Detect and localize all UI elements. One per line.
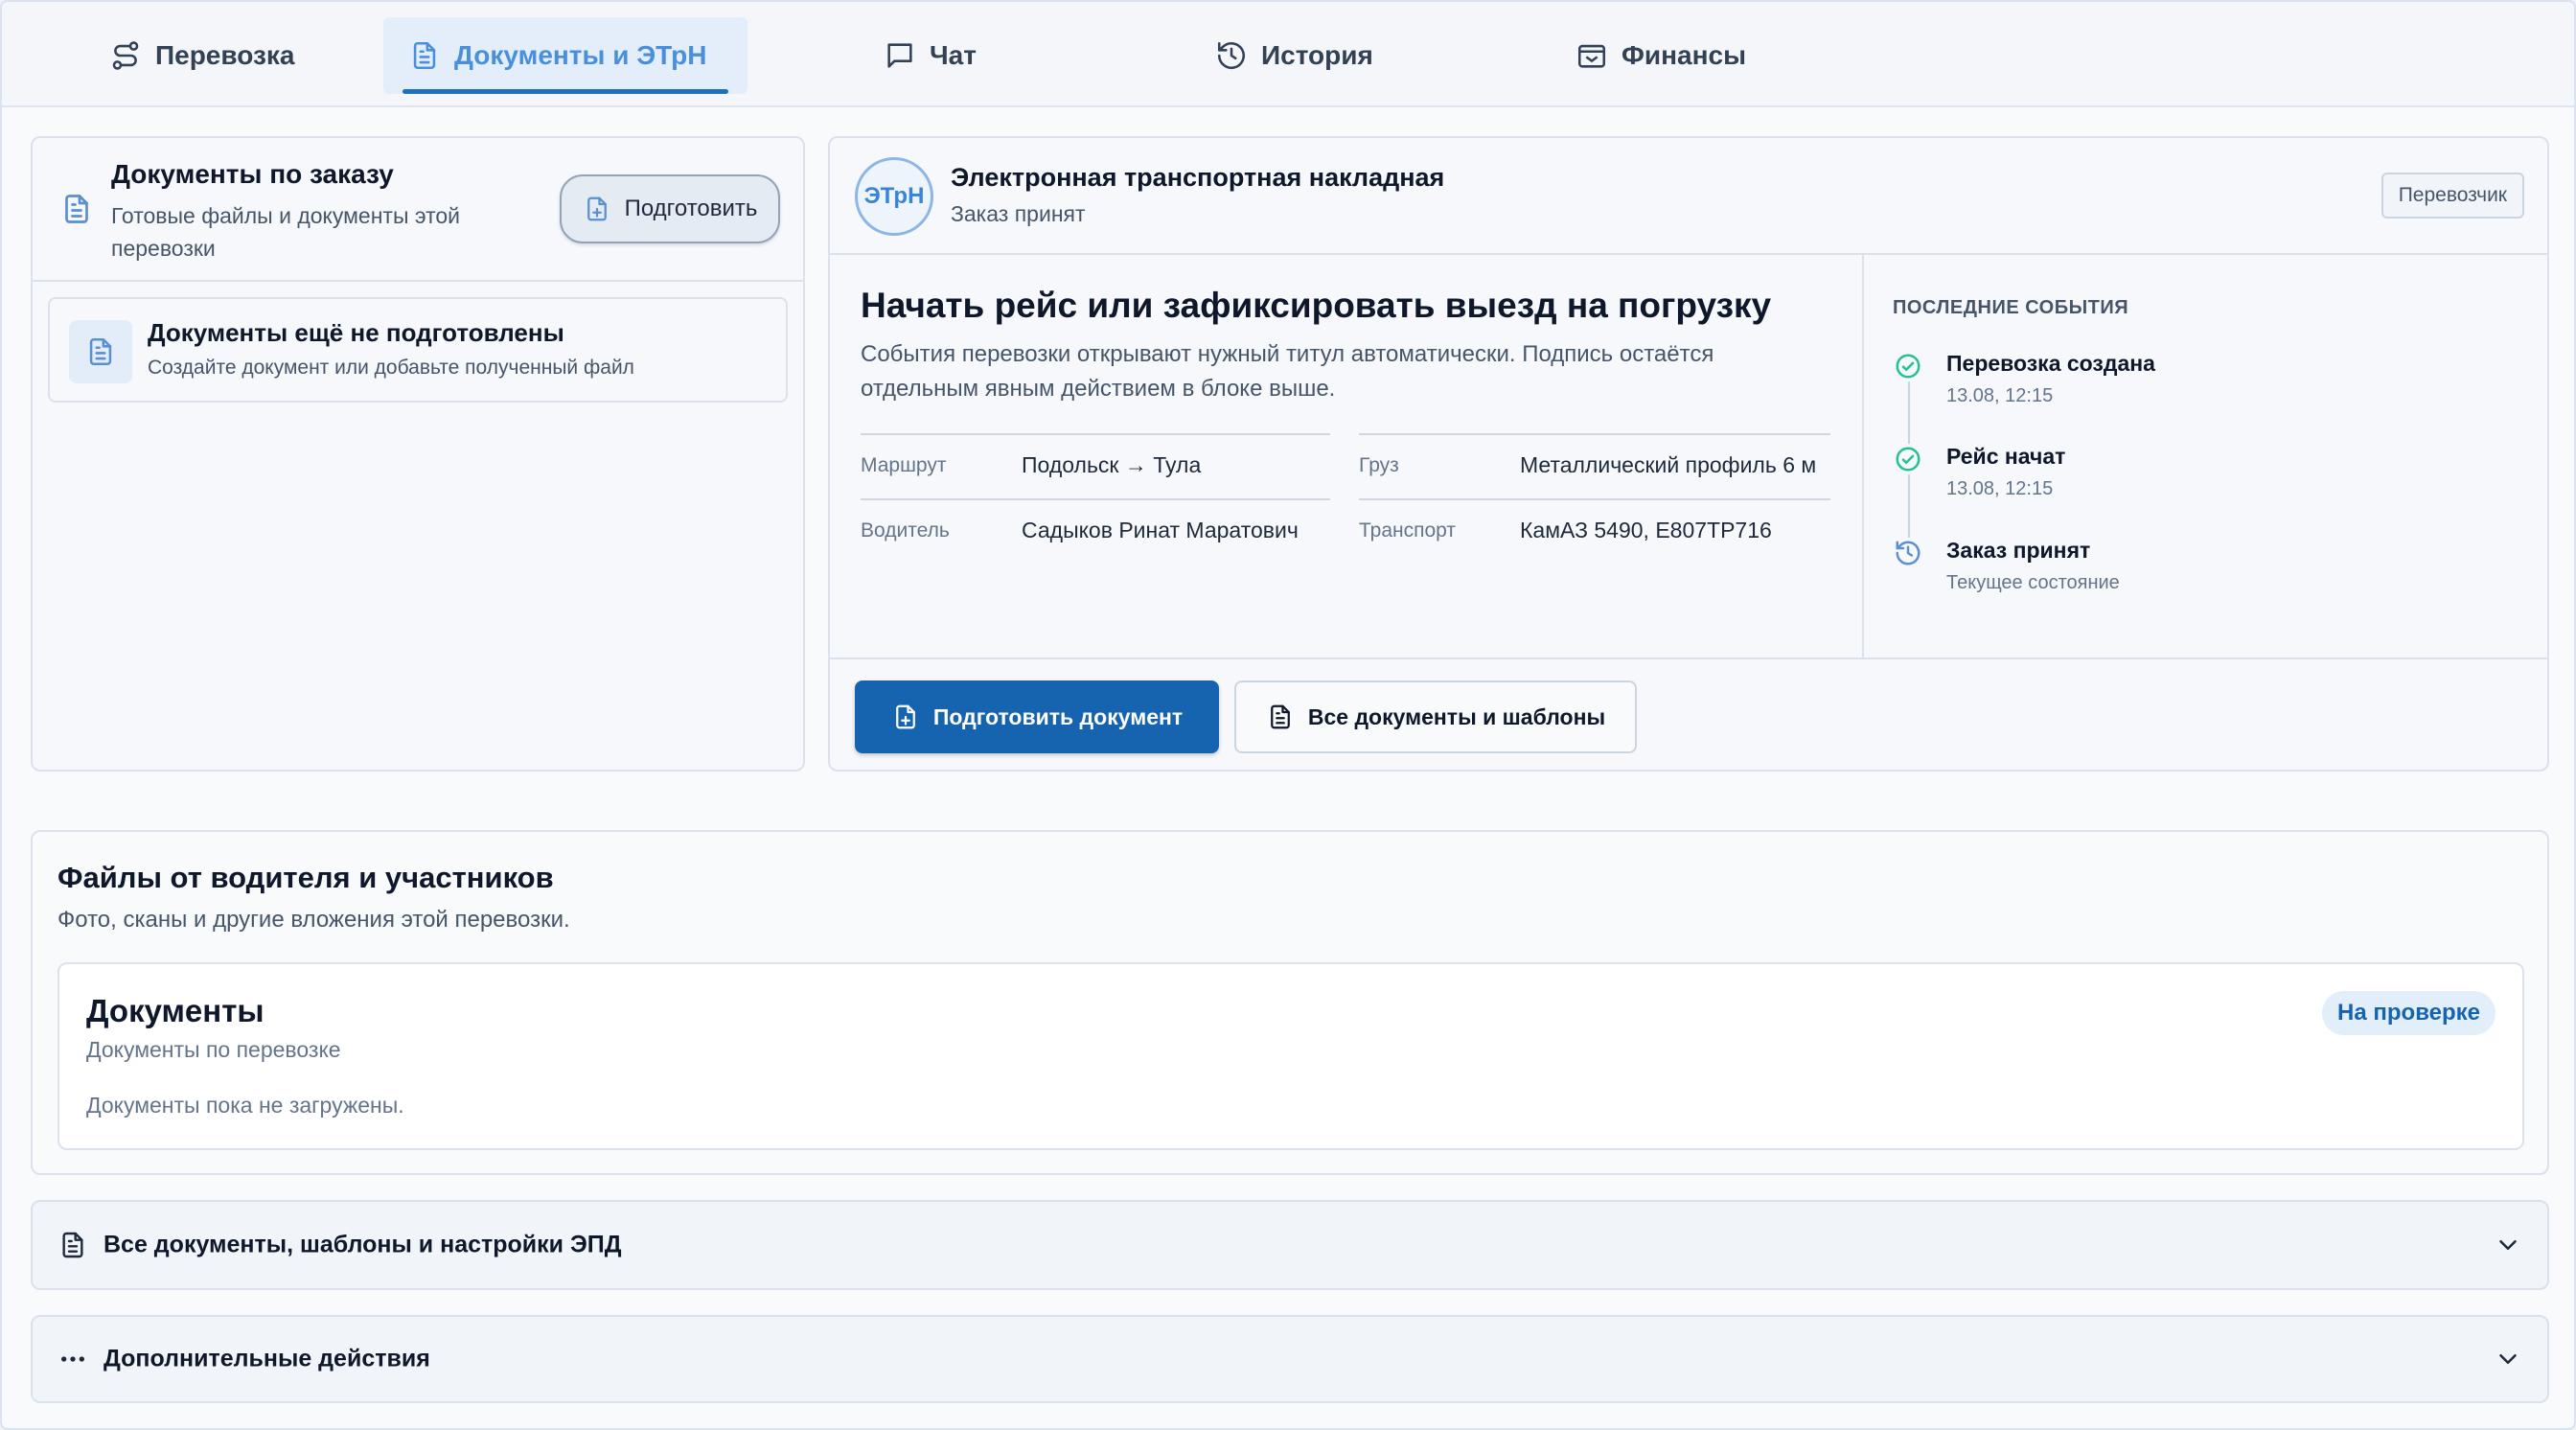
- transport-row: Транспорт КамАЗ 5490, Е807ТР716: [1359, 498, 1830, 562]
- document-icon: [58, 1230, 88, 1260]
- status-badge: На проверке: [2322, 991, 2496, 1035]
- etrn-headline: Начать рейс или зафиксировать выезд на п…: [861, 286, 1772, 325]
- tab-label: Перевозка: [155, 40, 295, 70]
- event-title: Рейс начат: [1946, 444, 2066, 469]
- empty-documents-title: Документы ещё не подготовлены: [148, 318, 564, 347]
- all-documents-accordion-label: Все документы, шаблоны и настройки ЭПД: [104, 1231, 622, 1258]
- prepare-button[interactable]: Подготовить: [560, 174, 780, 243]
- prepare-document-label: Подготовить документ: [932, 703, 1184, 729]
- etrn-title: Электронная транспортная накладная: [951, 163, 1445, 192]
- driver-row: Водитель Садыков Ринат Маратович: [861, 498, 1330, 562]
- chat-icon: [887, 43, 912, 68]
- route-icon: [112, 41, 139, 70]
- documents-section: Документы Документы по перевозке Докумен…: [58, 962, 2524, 1150]
- document-icon: [89, 337, 112, 366]
- document-icon-tile: [69, 320, 132, 383]
- tab-transport[interactable]: Перевозка: [94, 17, 310, 94]
- etrn-badge: ЭТрН: [855, 157, 933, 236]
- event-title: Заказ принят: [1946, 538, 2091, 563]
- files-subtitle: Фото, сканы и другие вложения этой перев…: [58, 907, 570, 933]
- cargo-label: Груз: [1359, 454, 1399, 476]
- check-circle-icon: [1893, 351, 1923, 381]
- role-tag: Перевозчик: [2380, 173, 2524, 219]
- order-documents-subtitle: Готовые файлы и документы этой перевозки: [111, 203, 461, 261]
- tab-label: Чат: [930, 40, 977, 70]
- file-plus-icon: [895, 704, 915, 729]
- tab-documents[interactable]: Документы и ЭТрН: [383, 17, 748, 94]
- route-value: Подольск → Тула: [1022, 452, 1202, 477]
- events-heading: ПОСЛЕДНИЕ СОБЫТИЯ: [1893, 297, 2129, 318]
- etrn-actions: Подготовить документ Все документы и шаб…: [830, 657, 2547, 770]
- etrn-header: ЭТрН Электронная транспортная накладная …: [830, 138, 2547, 255]
- history-icon: [1893, 538, 1923, 568]
- tab-chat[interactable]: Чат: [868, 17, 992, 94]
- tab-finance[interactable]: Финансы: [1560, 17, 1761, 94]
- tab-label: Финансы: [1622, 40, 1746, 70]
- file-plus-icon: [586, 196, 607, 221]
- order-documents-card: Документы по заказу Готовые файлы и доку…: [31, 136, 805, 772]
- active-tab-indicator: [402, 89, 728, 94]
- route-label: Маршрут: [861, 454, 947, 476]
- more-actions-accordion-label: Дополнительные действия: [104, 1345, 430, 1372]
- order-documents-header: Документы по заказу Готовые файлы и доку…: [33, 138, 803, 282]
- empty-documents-subtitle: Создайте документ или добавьте полученны…: [148, 357, 634, 379]
- check-circle-icon: [1893, 444, 1923, 474]
- wallet-icon: [1577, 44, 1606, 68]
- tab-label: Документы и ЭТрН: [454, 40, 707, 70]
- documents-subtitle: Документы по перевозке: [86, 1037, 341, 1062]
- documents-empty-text: Документы пока не загружены.: [86, 1093, 404, 1118]
- participant-files-card: Файлы от водителя и участников Фото, ска…: [31, 830, 2549, 1175]
- event-title: Перевозка создана: [1946, 351, 2155, 376]
- document-icon: [1271, 704, 1290, 729]
- route-row: Маршрут Подольск → Тула: [861, 433, 1330, 496]
- app-frame: Перевозка Документы и ЭТрН Чат История Ф…: [0, 0, 2576, 1430]
- transport-value: КамАЗ 5490, Е807ТР716: [1520, 518, 1772, 542]
- chevron-down-icon: [2499, 1354, 2517, 1364]
- more-actions-accordion[interactable]: Дополнительные действия: [31, 1315, 2549, 1403]
- event-time: 13.08, 12:15: [1946, 478, 2054, 499]
- transport-label: Транспорт: [1359, 519, 1456, 542]
- all-documents-button[interactable]: Все документы и шаблоны: [1234, 680, 1637, 753]
- all-documents-label: Все документы и шаблоны: [1307, 703, 1606, 729]
- prepare-button-label: Подготовить: [624, 196, 758, 221]
- prepare-document-button[interactable]: Подготовить документ: [855, 680, 1219, 753]
- cargo-row: Груз Металлический профиль 6 м: [1359, 433, 1830, 496]
- tab-label: История: [1261, 40, 1373, 70]
- document-icon: [413, 41, 436, 70]
- tab-bar: Перевозка Документы и ЭТрН Чат История Ф…: [2, 2, 2574, 107]
- etrn-status: Заказ принят: [951, 201, 1086, 226]
- event-time: 13.08, 12:15: [1946, 385, 2054, 406]
- document-icon: [65, 195, 88, 223]
- empty-documents-notice: Документы ещё не подготовлены Создайте д…: [48, 297, 788, 403]
- etrn-description: События перевозки открывают нужный титул…: [861, 341, 1714, 402]
- event-time: Текущее состояние: [1946, 572, 2120, 593]
- order-documents-title: Документы по заказу: [111, 159, 394, 189]
- etrn-card: ЭТрН Электронная транспортная накладная …: [828, 136, 2549, 772]
- all-documents-accordion[interactable]: Все документы, шаблоны и настройки ЭПД: [31, 1200, 2549, 1290]
- driver-label: Водитель: [861, 519, 950, 542]
- documents-title: Документы: [86, 993, 264, 1028]
- etrn-main: Начать рейс или зафиксировать выезд на п…: [830, 255, 1862, 657]
- driver-value: Садыков Ринат Маратович: [1022, 518, 1299, 542]
- recent-events: ПОСЛЕДНИЕ СОБЫТИЯ Перевозка создана 13.0…: [1862, 255, 2547, 657]
- cargo-value: Металлический профиль 6 м: [1520, 452, 1817, 477]
- chevron-down-icon: [2499, 1240, 2517, 1250]
- tab-history[interactable]: История: [1200, 17, 1389, 94]
- files-title: Файлы от водителя и участников: [58, 861, 554, 894]
- history-icon: [1217, 41, 1246, 70]
- more-horizontal-icon: [58, 1344, 88, 1374]
